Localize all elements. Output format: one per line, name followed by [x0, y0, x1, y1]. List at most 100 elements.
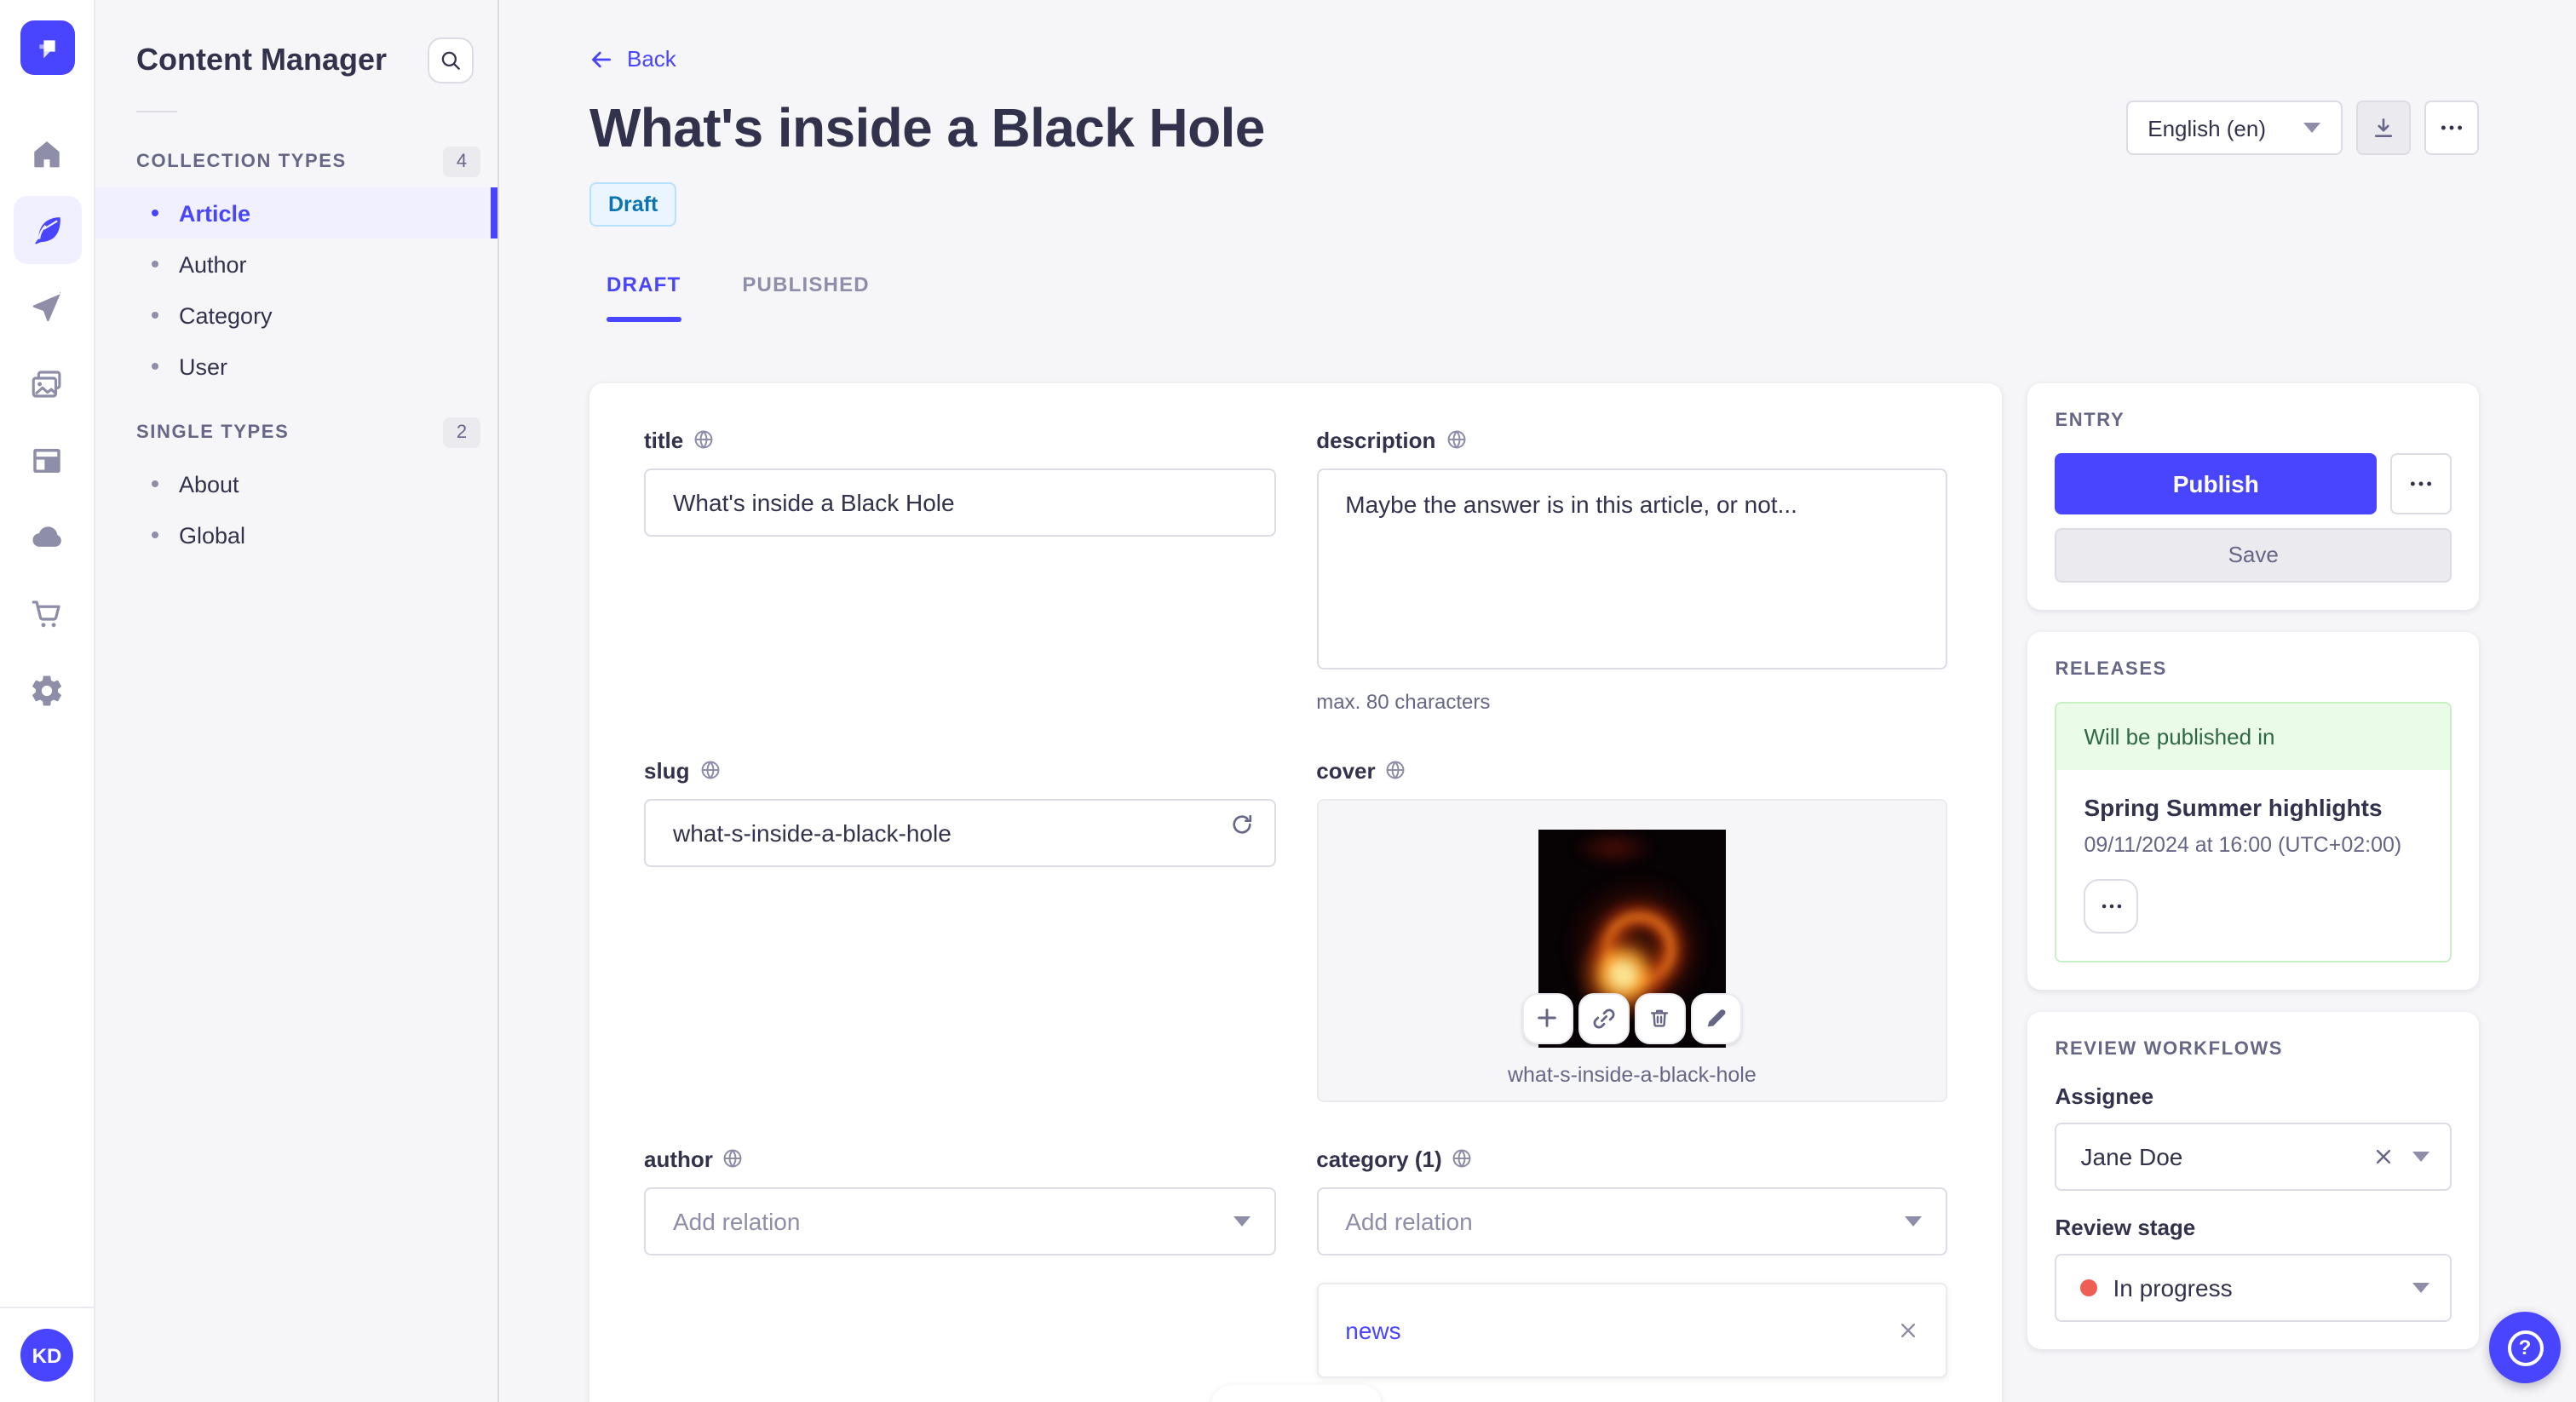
entry-more-button[interactable]: [2390, 452, 2452, 514]
cover-field-label: cover: [1316, 757, 1376, 783]
description-helper: max. 80 characters: [1316, 689, 1491, 713]
review-stage-select[interactable]: In progress: [2055, 1253, 2452, 1321]
bullet-icon: [152, 363, 158, 370]
field-author: author Add relation: [644, 1146, 1276, 1377]
review-stage-label: Review stage: [2055, 1214, 2196, 1239]
sidebar-item-category[interactable]: Category: [95, 290, 497, 341]
pencil-icon: [1708, 1009, 1727, 1027]
regenerate-slug-button[interactable]: [1229, 813, 1253, 836]
locale-select[interactable]: English (en): [2125, 101, 2343, 155]
assignee-select[interactable]: Jane Doe: [2055, 1122, 2452, 1190]
content-type-builder-icon[interactable]: [13, 426, 81, 494]
strapi-logo-icon: [38, 40, 55, 59]
section-label: COLLECTION TYPES: [136, 152, 347, 172]
publish-button[interactable]: Publish: [2055, 452, 2377, 514]
releases-icon[interactable]: [13, 273, 81, 341]
chevron-down-icon: [1233, 1215, 1251, 1226]
sidebar-item-label: Author: [179, 251, 247, 277]
globe-icon: [694, 430, 713, 449]
category-relation-select[interactable]: Add relation: [1316, 1187, 1948, 1255]
review-workflows-heading: REVIEW WORKFLOWS: [2055, 1038, 2284, 1059]
field-category: category (1) Add relation news: [1316, 1146, 1948, 1377]
strapi-admin: KD Content Manager COLLECTION TYPES 4 Ar…: [0, 0, 2576, 1402]
right-panel-column: ENTRY Publish Save RELEASES Will be publ…: [2027, 382, 2479, 1348]
tab-underline: [742, 316, 870, 321]
release-card: Will be published in Spring Summer highl…: [2055, 701, 2452, 962]
description-field-label: description: [1316, 427, 1436, 452]
content-manager-icon[interactable]: [13, 196, 81, 264]
back-link[interactable]: Back: [589, 46, 676, 72]
author-relation-select[interactable]: Add relation: [644, 1187, 1276, 1255]
tab-published[interactable]: PUBLISHED: [725, 272, 887, 321]
cover-image-black-hole[interactable]: [1521, 829, 1742, 1047]
sidebar-item-user[interactable]: User: [95, 341, 497, 392]
collapsed-bottom-panel[interactable]: [1211, 1385, 1382, 1402]
tab-draft[interactable]: DRAFT: [589, 272, 698, 321]
releases-panel: RELEASES Will be published in Spring Sum…: [2027, 631, 2479, 989]
arrow-left-icon: [591, 50, 612, 67]
cloud-icon[interactable]: [13, 503, 81, 571]
section-count-badge: 4: [443, 147, 480, 177]
globe-icon: [1387, 761, 1406, 779]
chevron-down-icon: [2412, 1151, 2429, 1161]
release-status: Will be published in: [2056, 703, 2450, 769]
field-cover: cover what-s-inside-a-black-hole: [1316, 757, 1948, 1101]
header-more-button[interactable]: [2424, 101, 2479, 155]
cover-action-buttons: [1521, 992, 1742, 1043]
delete-media-button[interactable]: [1634, 992, 1686, 1043]
chevron-down-icon: [1905, 1215, 1923, 1226]
author-field-label: author: [644, 1146, 713, 1171]
export-button[interactable]: [2356, 101, 2411, 155]
strapi-logo[interactable]: [20, 20, 74, 75]
slug-input[interactable]: [644, 798, 1276, 866]
sidebar-item-author[interactable]: Author: [95, 238, 497, 290]
relation-link[interactable]: news: [1345, 1316, 1400, 1343]
entry-panel: ENTRY Publish Save: [2027, 382, 2479, 609]
home-icon[interactable]: [13, 119, 81, 187]
remove-relation-button[interactable]: [1899, 1319, 1919, 1340]
settings-gear-icon[interactable]: [13, 656, 81, 724]
stage-value: In progress: [2113, 1273, 2233, 1301]
sidebar-item-label: About: [179, 471, 239, 497]
trash-icon: [1651, 1009, 1669, 1027]
media-library-icon[interactable]: [13, 349, 81, 417]
entry-heading: ENTRY: [2055, 410, 2125, 430]
download-icon: [2374, 118, 2393, 137]
sidebar-item-about[interactable]: About: [95, 458, 497, 509]
review-workflows-panel: REVIEW WORKFLOWS Assignee Jane Doe Revie…: [2027, 1011, 2479, 1348]
marketplace-cart-icon[interactable]: [13, 579, 81, 647]
category-placeholder: Add relation: [1345, 1207, 1473, 1234]
slug-field-label: slug: [644, 757, 690, 783]
tab-published-label: PUBLISHED: [742, 272, 870, 296]
author-placeholder: Add relation: [673, 1207, 801, 1234]
add-media-button[interactable]: [1521, 992, 1573, 1043]
title-input[interactable]: [644, 468, 1276, 536]
ellipsis-icon: [2102, 903, 2121, 908]
help-button[interactable]: ?: [2489, 1312, 2561, 1383]
entry-form-card: title description Maybe the answer is in…: [589, 382, 2003, 1402]
sidebar-item-article[interactable]: Article: [95, 187, 497, 238]
chevron-down-icon: [2412, 1282, 2429, 1292]
bullet-icon: [152, 480, 158, 487]
globe-icon: [724, 1149, 743, 1168]
divider: [136, 111, 177, 112]
edit-media-button[interactable]: [1690, 992, 1742, 1043]
refresh-icon: [1232, 814, 1251, 834]
title-field-label: title: [644, 427, 684, 452]
plus-icon: [1538, 1008, 1557, 1027]
copy-link-button[interactable]: [1578, 992, 1630, 1043]
user-avatar[interactable]: KD: [20, 1329, 73, 1382]
version-tabs: DRAFT PUBLISHED: [589, 272, 2479, 321]
save-button[interactable]: Save: [2055, 527, 2452, 582]
search-button[interactable]: [428, 37, 474, 83]
section-count-badge: 2: [443, 417, 480, 448]
description-textarea[interactable]: Maybe the answer is in this article, or …: [1316, 468, 1948, 669]
field-slug: slug: [644, 757, 1276, 1101]
sidebar-item-global[interactable]: Global: [95, 509, 497, 560]
tab-underline: [607, 316, 681, 321]
bullet-icon: [152, 261, 158, 267]
clear-assignee-button[interactable]: [2373, 1146, 2394, 1166]
ellipsis-icon: [2410, 480, 2432, 486]
bullet-icon: [152, 531, 158, 538]
release-more-button[interactable]: [2084, 878, 2139, 933]
